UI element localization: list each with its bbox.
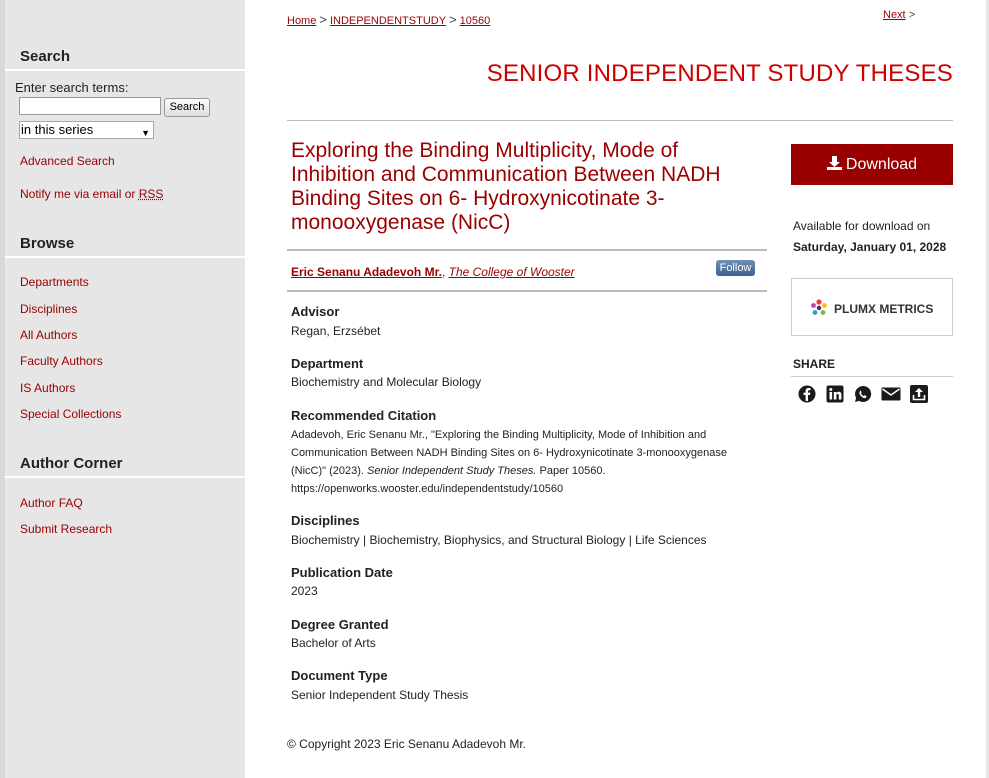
- degree-label: Degree Granted: [291, 617, 389, 632]
- pagination-nav: Next >: [883, 9, 915, 21]
- plumx-label: PLUMX METRICS: [834, 302, 934, 316]
- notify-text: Notify me via email or: [20, 187, 139, 201]
- title-divider: [287, 120, 953, 121]
- search-label: Enter search terms:: [15, 80, 129, 95]
- search-scope-value: in this series: [21, 122, 94, 137]
- sidebar-divider: [5, 256, 245, 258]
- series-title[interactable]: SENIOR INDEPENDENT STUDY THESES: [487, 60, 953, 88]
- next-link[interactable]: Next: [883, 9, 906, 21]
- plumx-widget[interactable]: PLUMX METRICS: [791, 278, 953, 336]
- author-faq-link[interactable]: Author FAQ: [20, 496, 83, 510]
- author-separator: ,: [441, 265, 449, 279]
- paper-title: Exploring the Binding Multiplicity, Mode…: [291, 139, 721, 234]
- availability-date: Saturday, January 01, 2028: [793, 240, 947, 254]
- share-icon[interactable]: [908, 385, 930, 403]
- author-affiliation[interactable]: The College of Wooster: [449, 265, 575, 279]
- advanced-search-link[interactable]: Advanced Search: [20, 154, 115, 168]
- breadcrumb-separator: >: [319, 12, 327, 27]
- citation-url: https://openworks.wooster.edu/independen…: [291, 483, 564, 495]
- breadcrumb: Home > INDEPENDENTSTUDY >10560: [287, 12, 490, 27]
- breadcrumb-home[interactable]: Home: [287, 15, 316, 27]
- sidebar: Search Enter search terms: Search in thi…: [5, 0, 245, 778]
- linkedin-icon[interactable]: [824, 385, 846, 403]
- chevron-down-icon: ▼: [141, 128, 150, 138]
- availability-label: Available for download on: [793, 219, 931, 233]
- author-name[interactable]: Eric Senanu Adadevoh Mr.: [291, 265, 442, 279]
- facebook-icon[interactable]: [796, 385, 818, 403]
- email-icon[interactable]: [880, 385, 902, 403]
- share-heading: SHARE: [793, 357, 836, 371]
- department-value: Biochemistry and Molecular Biology: [291, 375, 482, 389]
- browse-disciplines-link[interactable]: Disciplines: [20, 302, 77, 316]
- sidebar-divider: [5, 476, 245, 478]
- author-corner-heading: Author Corner: [20, 455, 123, 472]
- document-type-value: Senior Independent Study Thesis: [291, 688, 469, 702]
- advisor-value: Regan, Erzsébet: [291, 324, 381, 338]
- download-button[interactable]: Download: [791, 144, 953, 185]
- whatsapp-icon[interactable]: [852, 385, 874, 403]
- author-line[interactable]: Eric Senanu Adadevoh Mr., The College of…: [291, 265, 575, 279]
- notify-email-link[interactable]: Notify me via email or RSS: [20, 187, 163, 201]
- degree-value: Bachelor of Arts: [291, 636, 376, 650]
- browse-faculty-authors-link[interactable]: Faculty Authors: [20, 354, 103, 368]
- next-separator: >: [908, 9, 916, 21]
- breadcrumb-separator: >: [449, 12, 457, 27]
- follow-button[interactable]: Follow: [716, 260, 755, 276]
- rss-link[interactable]: RSS: [139, 187, 164, 201]
- citation-journal: Senior Independent Study Theses.: [367, 465, 537, 477]
- search-scope-select[interactable]: in this series ▼: [19, 121, 154, 139]
- publication-date-label: Publication Date: [291, 565, 393, 580]
- share-divider: [791, 376, 953, 377]
- document-type-label: Document Type: [291, 668, 388, 683]
- sidebar-divider: [5, 69, 245, 71]
- breadcrumb-series[interactable]: INDEPENDENTSTUDY: [330, 15, 446, 27]
- plumx-icon: [811, 299, 827, 315]
- citation-text: Adadevoh, Eric Senanu Mr., "Exploring th…: [291, 426, 741, 498]
- publication-date-value: 2023: [291, 584, 318, 598]
- browse-is-authors-link[interactable]: IS Authors: [20, 381, 75, 395]
- search-button[interactable]: Search: [164, 98, 210, 117]
- download-label: Download: [845, 156, 918, 173]
- browse-departments-link[interactable]: Departments: [20, 275, 89, 289]
- citation-paper: Paper 10560.: [536, 465, 606, 477]
- search-heading: Search: [20, 48, 71, 65]
- browse-all-authors-link[interactable]: All Authors: [20, 328, 77, 342]
- browse-heading: Browse: [20, 235, 75, 252]
- advisor-label: Advisor: [291, 304, 340, 319]
- disciplines-label: Disciplines: [291, 513, 360, 528]
- copyright-notice: © Copyright 2023 Eric Senanu Adadevoh Mr…: [287, 737, 526, 751]
- browse-special-collections-link[interactable]: Special Collections: [20, 407, 121, 421]
- search-input[interactable]: [19, 97, 161, 115]
- download-icon: [826, 156, 842, 170]
- disciplines-value: Biochemistry | Biochemistry, Biophysics,…: [291, 533, 707, 547]
- breadcrumb-item[interactable]: 10560: [460, 15, 491, 27]
- department-label: Department: [291, 356, 364, 371]
- author-bar: Eric Senanu Adadevoh Mr., The College of…: [287, 249, 767, 292]
- submit-research-link[interactable]: Submit Research: [20, 522, 112, 536]
- citation-label: Recommended Citation: [291, 408, 437, 423]
